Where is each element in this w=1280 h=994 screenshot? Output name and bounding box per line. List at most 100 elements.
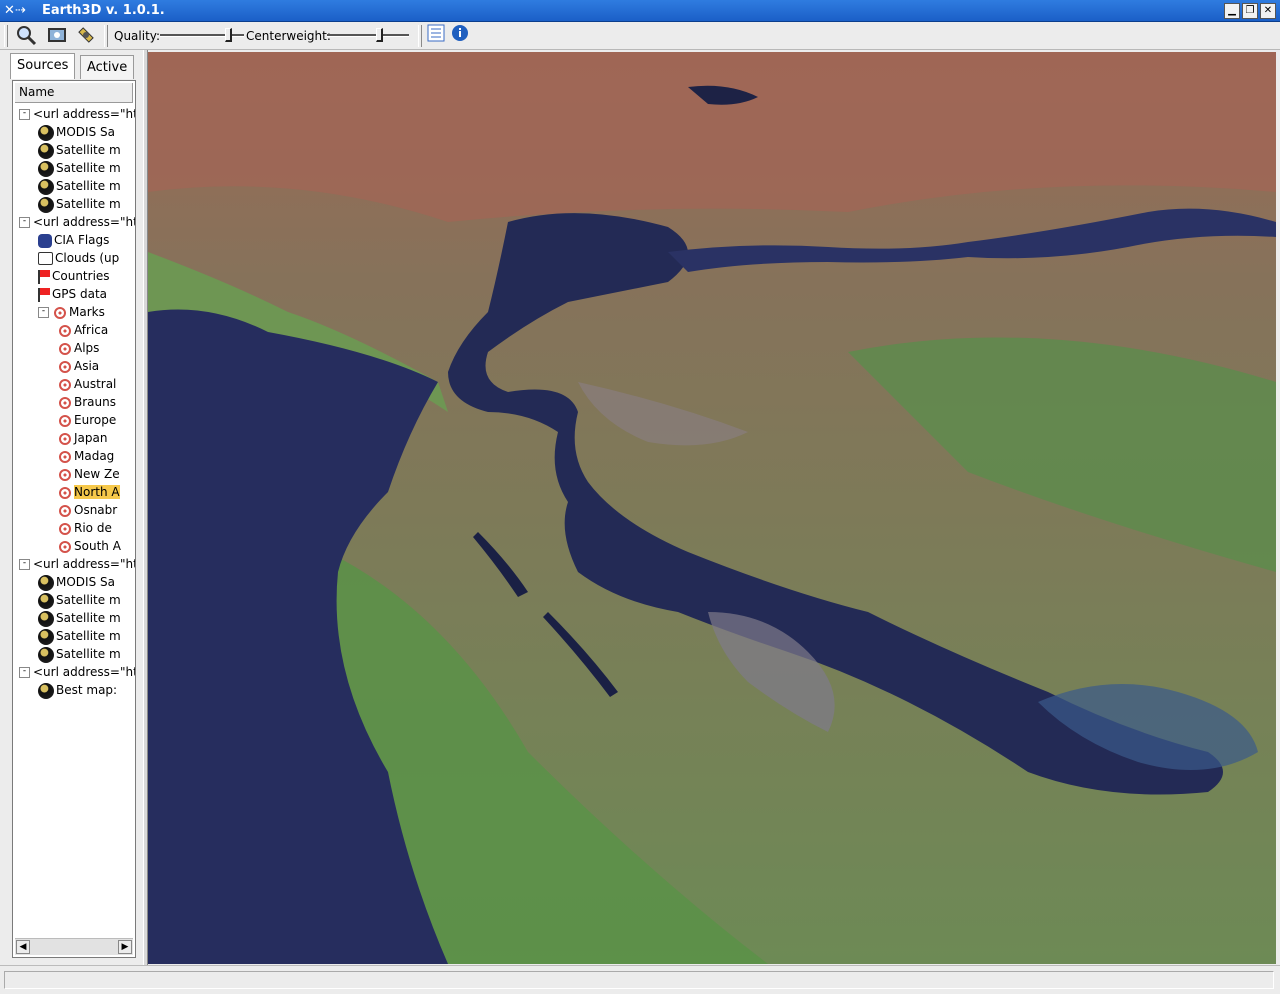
window-menu-icon[interactable]: ✕⇢ bbox=[4, 3, 26, 19]
tree-node[interactable]: MODIS Sa bbox=[38, 573, 115, 591]
tree-node[interactable]: Africa bbox=[57, 321, 108, 339]
tree-node[interactable]: Japan bbox=[57, 429, 107, 447]
centerweight-slider[interactable] bbox=[327, 28, 409, 42]
tree-node-label: <url address="ht bbox=[33, 665, 136, 679]
tree-node-label: Satellite m bbox=[56, 161, 121, 175]
maximize-button[interactable]: ❐ bbox=[1242, 3, 1258, 19]
tree-node-label: Madag bbox=[74, 449, 115, 463]
toolbar-grip-3[interactable] bbox=[418, 25, 422, 47]
tree-node-label: Osnabr bbox=[74, 503, 118, 517]
tree-node[interactable]: North A bbox=[57, 483, 120, 501]
tree-node[interactable]: Austral bbox=[57, 375, 116, 393]
tab-active[interactable]: Active bbox=[80, 55, 135, 79]
tree-node-label: Europe bbox=[74, 413, 117, 427]
tree-node[interactable]: MODIS Sa bbox=[38, 123, 115, 141]
tree-node[interactable]: - <url address="ht bbox=[19, 105, 136, 123]
cloud-icon bbox=[38, 252, 53, 265]
tree-node[interactable]: Asia bbox=[57, 357, 99, 375]
tree-node[interactable]: Osnabr bbox=[57, 501, 117, 519]
tree-node[interactable]: Satellite m bbox=[38, 177, 121, 195]
tree-node-label: Africa bbox=[74, 323, 109, 337]
tree-node[interactable]: Europe bbox=[57, 411, 116, 429]
quality-label: Quality: bbox=[114, 29, 161, 43]
tree-node[interactable]: - <url address="ht bbox=[19, 213, 136, 231]
tree-node-label: Brauns bbox=[74, 395, 116, 409]
tree-node[interactable]: New Ze bbox=[57, 465, 120, 483]
tree-node[interactable]: - <url address="ht bbox=[19, 555, 136, 573]
mark-icon bbox=[59, 360, 71, 373]
collapse-toggle-icon[interactable]: - bbox=[38, 307, 49, 318]
earth-icon bbox=[38, 178, 54, 195]
tree-node-label: Rio de bbox=[74, 521, 112, 535]
status-bar bbox=[0, 965, 1280, 994]
centerweight-label: Centerweight: bbox=[246, 29, 331, 43]
earth-icon bbox=[38, 646, 54, 663]
collapse-toggle-icon[interactable]: - bbox=[19, 217, 30, 228]
quality-slider[interactable] bbox=[160, 28, 244, 42]
tree-node-label: Satellite m bbox=[56, 647, 121, 661]
tree-node-label: Satellite m bbox=[56, 611, 121, 625]
tree-node-label: Satellite m bbox=[56, 179, 121, 193]
collapse-toggle-icon[interactable]: - bbox=[19, 667, 30, 678]
screenshot-icon[interactable] bbox=[45, 24, 69, 48]
tree-node-label: New Ze bbox=[74, 467, 120, 481]
quality-slider-handle[interactable] bbox=[225, 28, 232, 42]
tree-node[interactable]: GPS data bbox=[38, 285, 107, 303]
tree-node-label: <url address="ht bbox=[33, 107, 136, 121]
tree-node[interactable]: Satellite m bbox=[38, 141, 121, 159]
toolbar-grip-2[interactable] bbox=[104, 25, 108, 47]
sources-tree[interactable]: Name ◀ ▶ - <url address="ht MODIS Sa Satell… bbox=[12, 80, 136, 958]
mark-icon bbox=[59, 504, 71, 517]
toolbar-grip[interactable] bbox=[4, 25, 8, 47]
close-button[interactable]: ✕ bbox=[1260, 3, 1276, 19]
tree-node[interactable]: Rio de bbox=[57, 519, 112, 537]
tree-node[interactable]: Satellite m bbox=[38, 591, 121, 609]
tree-node[interactable]: Satellite m bbox=[38, 159, 121, 177]
tree-node-label: Satellite m bbox=[56, 593, 121, 607]
scroll-right-icon[interactable]: ▶ bbox=[118, 940, 132, 954]
tree-node[interactable]: - Marks bbox=[38, 303, 105, 321]
status-field bbox=[4, 971, 1274, 989]
tree-node[interactable]: CIA Flags bbox=[38, 231, 109, 249]
collapse-toggle-icon[interactable]: - bbox=[19, 109, 30, 120]
tree-node[interactable]: Satellite m bbox=[38, 195, 121, 213]
mark-icon bbox=[59, 486, 71, 499]
earth-icon bbox=[38, 124, 54, 141]
tree-node-label: Satellite m bbox=[56, 197, 121, 211]
scroll-left-icon[interactable]: ◀ bbox=[16, 940, 30, 954]
satellite-icon[interactable] bbox=[74, 24, 98, 48]
tree-node[interactable]: Madag bbox=[57, 447, 114, 465]
collapse-toggle-icon[interactable]: - bbox=[19, 559, 30, 570]
minimize-button[interactable]: ▁ bbox=[1224, 3, 1240, 19]
tree-node[interactable]: South A bbox=[57, 537, 121, 555]
tree-node[interactable]: Satellite m bbox=[38, 627, 121, 645]
horizontal-scrollbar[interactable]: ◀ ▶ bbox=[15, 938, 133, 955]
sources-panel: Sources Active Name ◀ ▶ - <url address="h… bbox=[0, 50, 143, 965]
list-icon[interactable] bbox=[424, 24, 448, 48]
tree-node-label: Japan bbox=[74, 431, 108, 445]
column-header-name[interactable]: Name bbox=[15, 83, 133, 103]
zoom-icon[interactable] bbox=[14, 24, 38, 48]
tree-node-label: <url address="ht bbox=[33, 557, 136, 571]
tree-node-label: Clouds (up bbox=[55, 251, 120, 265]
tree-node[interactable]: Satellite m bbox=[38, 609, 121, 627]
info-icon[interactable] bbox=[448, 24, 472, 48]
tree-node[interactable]: Best map: bbox=[38, 681, 117, 699]
tab-sources[interactable]: Sources bbox=[10, 53, 76, 79]
tree-node[interactable]: Satellite m bbox=[38, 645, 121, 663]
tree-node-label: CIA Flags bbox=[54, 233, 110, 247]
earth-icon bbox=[38, 592, 54, 609]
tree-node-label: <url address="ht bbox=[33, 215, 136, 229]
tree-node[interactable]: Countries bbox=[38, 267, 110, 285]
tree-node[interactable]: Clouds (up bbox=[38, 249, 119, 267]
earth-icon bbox=[38, 160, 54, 177]
tree-node-label: MODIS Sa bbox=[56, 575, 115, 589]
earth-icon bbox=[38, 142, 54, 159]
tree-node[interactable]: Alps bbox=[57, 339, 99, 357]
tree-node-label: North A bbox=[74, 485, 120, 499]
map-view[interactable] bbox=[148, 52, 1276, 964]
centerweight-slider-handle[interactable] bbox=[376, 28, 383, 42]
tree-node[interactable]: Brauns bbox=[57, 393, 116, 411]
mark-icon bbox=[59, 540, 71, 553]
tree-node[interactable]: - <url address="ht bbox=[19, 663, 136, 681]
